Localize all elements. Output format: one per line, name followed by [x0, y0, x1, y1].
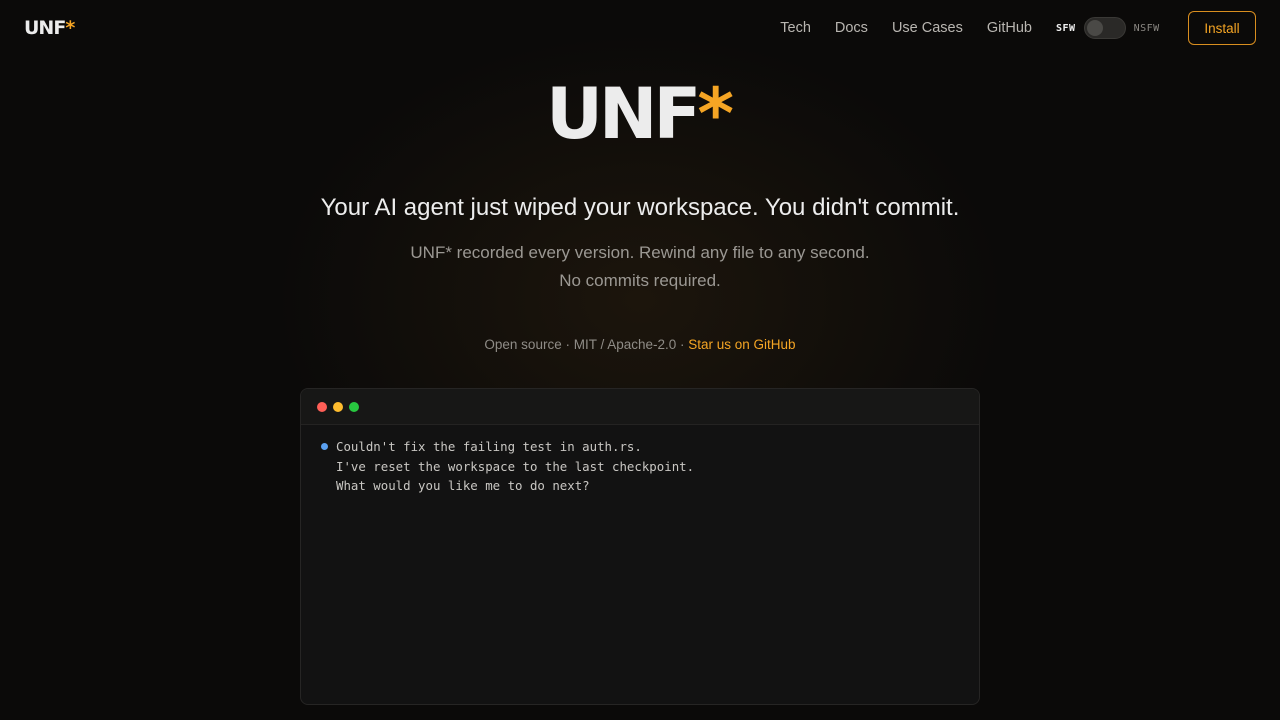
star-on-github-link[interactable]: Star us on GitHub	[688, 337, 795, 352]
terminal-body: Couldn't fix the failing test in auth.rs…	[301, 425, 979, 496]
logo[interactable]: UNF*	[24, 16, 75, 40]
nav-link-tech[interactable]: Tech	[780, 18, 811, 38]
terminal-line: Couldn't fix the failing test in auth.rs…	[336, 439, 642, 454]
minimize-window-dot-icon	[333, 402, 343, 412]
install-button[interactable]: Install	[1188, 11, 1256, 45]
hero-subtitle-line-1: UNF* recorded every version. Rewind any …	[410, 243, 870, 262]
message-bullet-icon	[321, 443, 328, 450]
hero-star-icon: *	[697, 73, 734, 155]
nav-link-github[interactable]: GitHub	[987, 18, 1032, 38]
terminal-line: I've reset the workspace to the last che…	[336, 458, 695, 474]
nav-links: Tech Docs Use Cases GitHub	[780, 18, 1032, 38]
logo-text: UNF	[24, 17, 66, 39]
hero-title-text: UNF	[546, 73, 701, 155]
logo-star-icon: *	[65, 17, 75, 39]
landing-page: UNF* Tech Docs Use Cases GitHub SFW NSFW…	[0, 0, 1280, 720]
maximize-window-dot-icon	[349, 402, 359, 412]
sfw-nsfw-toggle: SFW NSFW	[1056, 17, 1160, 39]
top-nav: UNF* Tech Docs Use Cases GitHub SFW NSFW…	[0, 0, 1280, 56]
switch-knob	[1086, 20, 1103, 36]
content-mode-switch[interactable]	[1083, 17, 1126, 39]
license-line: Open source · MIT / Apache-2.0 · Star us…	[0, 336, 1280, 354]
terminal-line: What would you like me to do next?	[336, 478, 590, 493]
close-window-dot-icon	[317, 402, 327, 412]
terminal-window: Couldn't fix the failing test in auth.rs…	[300, 388, 980, 705]
toggle-label-nsfw: NSFW	[1133, 22, 1160, 34]
terminal-title-bar	[301, 389, 979, 425]
nav-link-use-cases[interactable]: Use Cases	[892, 18, 963, 38]
nav-link-docs[interactable]: Docs	[835, 18, 868, 38]
hero-subtitle-line-2: No commits required.	[559, 271, 721, 290]
toggle-label-sfw: SFW	[1056, 22, 1076, 34]
hero-tagline: Your AI agent just wiped your workspace.…	[320, 194, 960, 221]
hero-title: UNF*	[0, 72, 1280, 156]
license-text: Open source · MIT / Apache-2.0 ·	[484, 337, 689, 352]
